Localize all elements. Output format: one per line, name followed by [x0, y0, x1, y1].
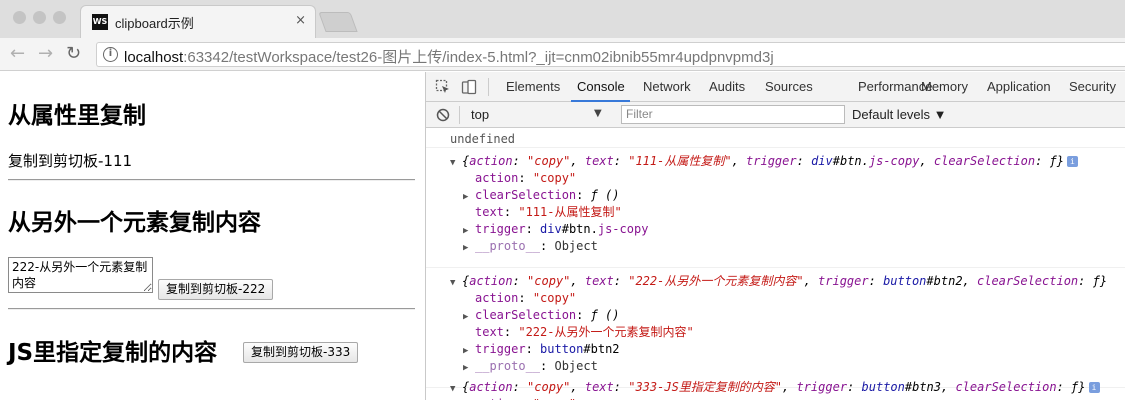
chevron-down-icon[interactable]: ▼	[594, 108, 602, 119]
info-icon: i	[1088, 382, 1100, 393]
browser-tab[interactable]: WS clipboard示例 ×	[80, 5, 316, 38]
new-tab-button[interactable]	[318, 12, 358, 32]
log-levels-dropdown[interactable]: Default levels ▼	[852, 107, 947, 122]
tab-title: clipboard示例	[115, 16, 194, 31]
object-property[interactable]: text: "222-从另外一个元素复制内容"	[463, 324, 694, 341]
section3-heading: JS里指定复制的内容	[8, 340, 218, 366]
info-icon: i	[1066, 156, 1078, 167]
toolbar-separator	[459, 106, 460, 124]
page-content: 从属性里复制 复制到剪切板-111 从另外一个元素复制内容 复制到剪切板-222…	[0, 72, 425, 400]
site-info-icon[interactable]: i	[103, 47, 118, 62]
inspect-element-icon[interactable]	[435, 79, 451, 95]
console-object-entry[interactable]: ▼ {action: "copy", text: "111-从属性复制", tri…	[426, 148, 1125, 268]
address-bar[interactable]: i localhost:63342/testWorkspace/test26-图…	[96, 42, 1125, 67]
tab-memory[interactable]: Memory	[921, 79, 968, 94]
object-property[interactable]: ▶ __proto__: Object	[463, 238, 598, 257]
window-minimize-dot[interactable]	[33, 11, 46, 24]
tab-security[interactable]: Security	[1069, 79, 1116, 94]
object-property[interactable]: action: "copy"	[463, 396, 576, 400]
section1-copy-text[interactable]: 复制到剪切板-111	[8, 150, 132, 171]
webstorm-favicon-icon: WS	[92, 14, 108, 30]
context-selector[interactable]: top	[471, 107, 489, 122]
section2-heading: 从另外一个元素复制内容	[8, 210, 261, 236]
tab-network[interactable]: Network	[643, 79, 691, 94]
back-arrow-icon[interactable]: ←	[10, 42, 25, 66]
copy-source-textarea[interactable]	[8, 257, 153, 293]
object-property[interactable]: text: "111-从属性复制"	[463, 204, 622, 221]
tab-close-icon[interactable]: ×	[295, 13, 306, 28]
tab-elements[interactable]: Elements	[506, 79, 560, 94]
console-toolbar: top ▼ Filter Default levels ▼	[426, 102, 1125, 128]
browser-toolbar: ← → ↻ i localhost:63342/testWorkspace/te…	[0, 38, 1125, 71]
reload-icon[interactable]: ↻	[66, 42, 81, 66]
tab-audits[interactable]: Audits	[709, 79, 745, 94]
device-toolbar-icon[interactable]	[461, 79, 477, 95]
window-close-dot[interactable]	[13, 11, 26, 24]
console-message: undefined	[426, 128, 1125, 148]
copy-button-333[interactable]: 复制到剪切板-333	[243, 342, 359, 363]
console-output: undefined ▼ {action: "copy", text: "111-从…	[426, 128, 1125, 400]
object-property[interactable]: action: "copy"	[463, 290, 576, 307]
console-object-entry[interactable]: ▼ {action: "copy", text: "222-从另外一个元素复制内容…	[426, 268, 1125, 388]
toolbar-separator	[488, 78, 489, 96]
forward-arrow-icon[interactable]: →	[38, 42, 53, 66]
window-zoom-dot[interactable]	[53, 11, 66, 24]
browser-tabstrip: WS clipboard示例 ×	[0, 0, 1125, 38]
clear-console-icon[interactable]	[436, 108, 450, 122]
divider	[8, 308, 415, 310]
section1-heading: 从属性里复制	[8, 103, 146, 129]
devtools-panel: Elements Console Network Audits Sources …	[425, 72, 1125, 400]
devtools-tabbar: Elements Console Network Audits Sources …	[426, 72, 1125, 102]
object-property[interactable]: action: "copy"	[463, 170, 576, 187]
tab-console[interactable]: Console	[577, 79, 625, 94]
console-object-entry[interactable]: ▼ {action: "copy", text: "333-JS里指定复制的内容"…	[426, 374, 1125, 400]
copy-button-222[interactable]: 复制到剪切板-222	[158, 279, 274, 300]
tab-application[interactable]: Application	[987, 79, 1051, 94]
console-filter-input[interactable]: Filter	[621, 105, 845, 124]
url-text: localhost:63342/testWorkspace/test26-图片上…	[124, 49, 774, 66]
tab-sources[interactable]: Sources	[765, 79, 813, 94]
divider	[8, 179, 415, 181]
